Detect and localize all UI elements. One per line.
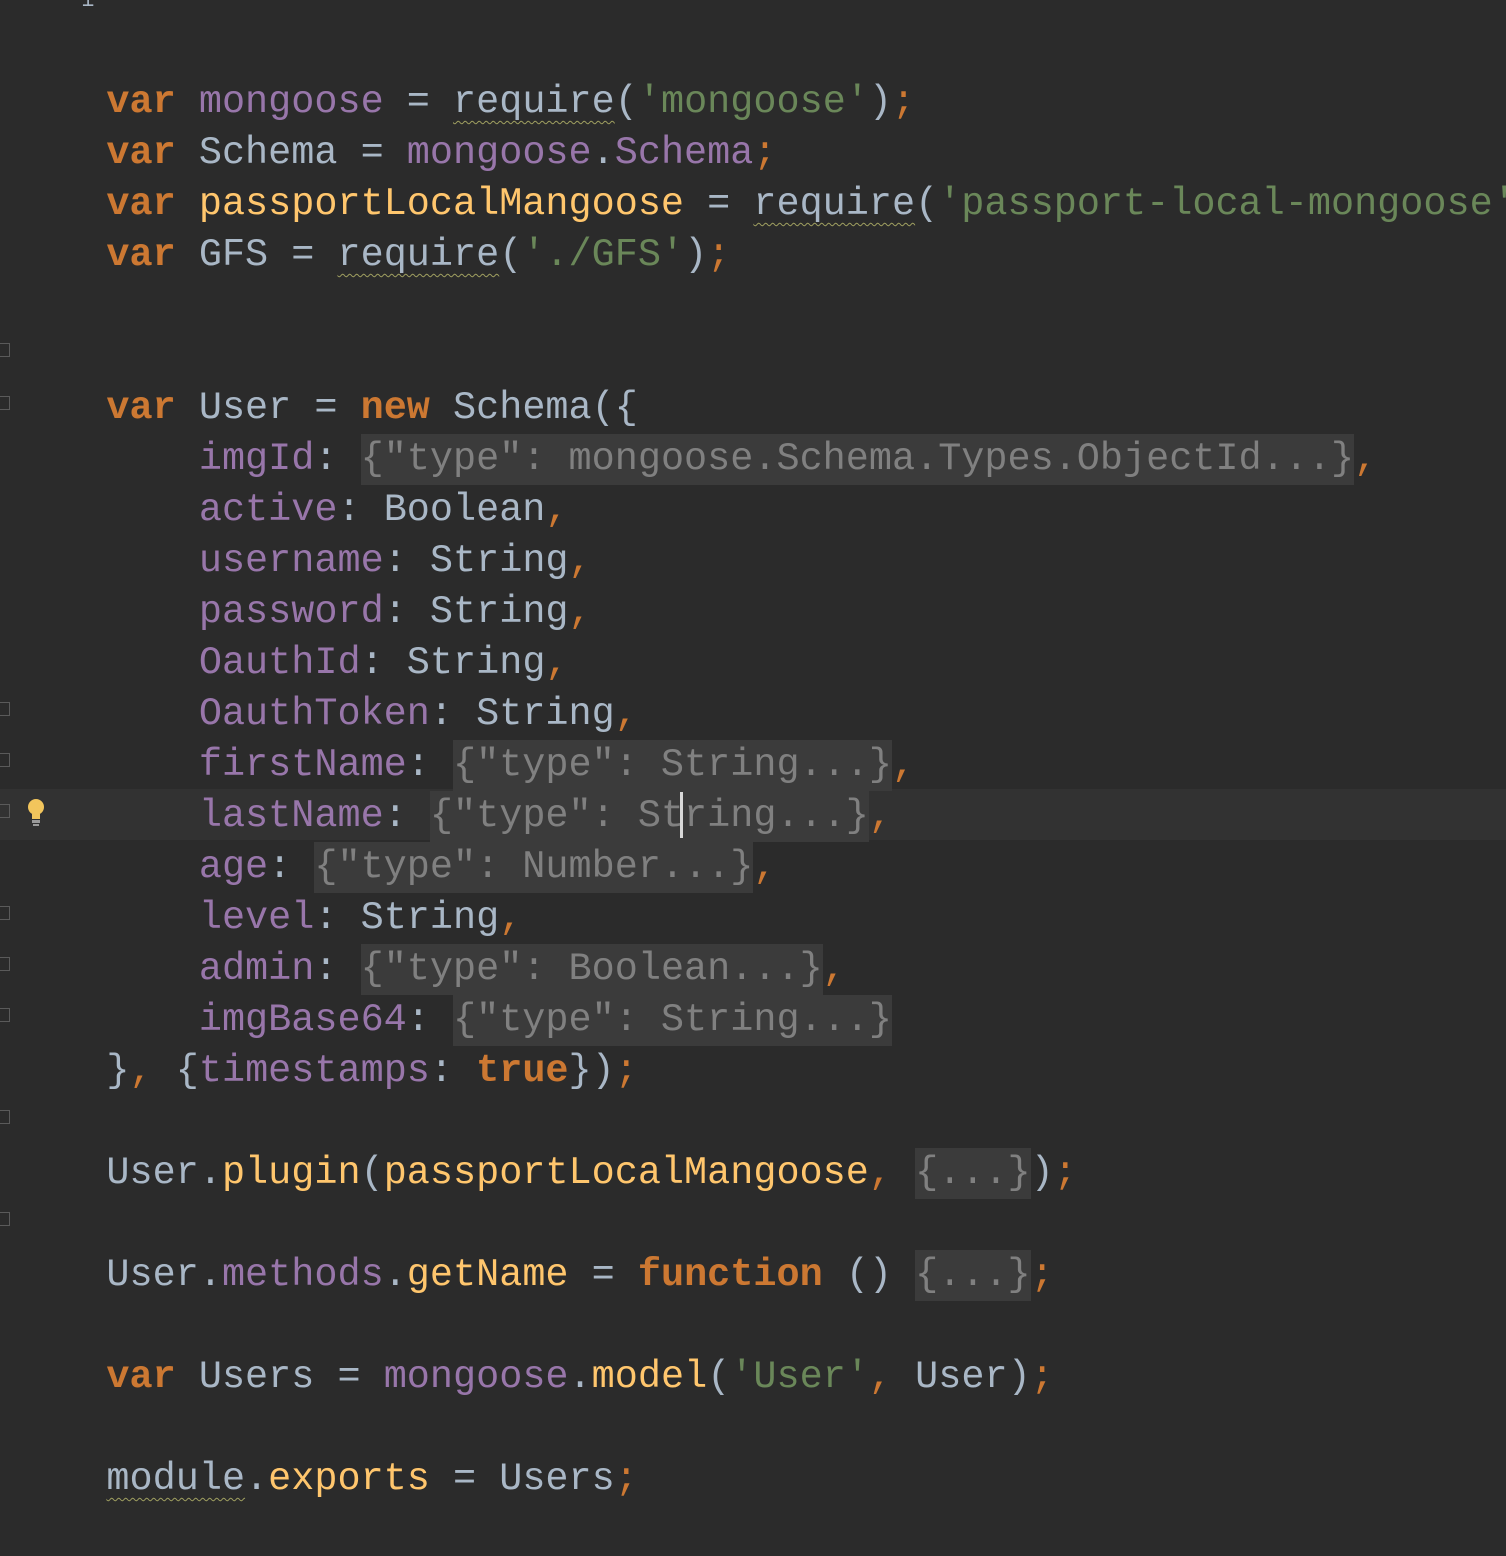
operator: = xyxy=(291,233,315,277)
object-ref: module xyxy=(106,1457,246,1501)
paren: ) xyxy=(1007,1355,1031,1399)
code-line[interactable]: }, {timestamps: true}); xyxy=(14,995,637,1093)
comma: , xyxy=(868,1151,892,1195)
folded-region[interactable]: {...} xyxy=(915,1250,1031,1301)
fold-marker-icon[interactable] xyxy=(0,1110,10,1124)
paren: ( xyxy=(915,182,939,226)
string-literal: 'User' xyxy=(730,1355,869,1399)
function-call: plugin xyxy=(221,1151,361,1195)
code-line[interactable]: var Users = mongoose.model('User', User)… xyxy=(14,1301,1053,1399)
fold-marker-icon[interactable] xyxy=(0,396,10,410)
operator: = xyxy=(453,1457,477,1501)
argument: passportLocalMangoose xyxy=(383,1151,869,1195)
folded-region[interactable]: {...} xyxy=(915,1148,1031,1199)
code-line[interactable]: var passportLocalMangoose = require('pas… xyxy=(14,128,1506,226)
fold-marker-icon[interactable] xyxy=(0,753,10,767)
function-call: model xyxy=(591,1355,708,1399)
function-call: require xyxy=(753,182,916,226)
property-key: timestamps xyxy=(198,1049,430,1093)
code-editor[interactable]: ⌶ var mongoose = require('mongoose'); va… xyxy=(0,0,1506,1509)
paren: () xyxy=(845,1253,893,1297)
dot: . xyxy=(198,1253,222,1297)
variable-name: GFS xyxy=(198,233,269,277)
code-line[interactable]: var GFS = require('./GFS'); xyxy=(14,179,730,277)
argument: Users xyxy=(499,1457,615,1501)
comma: , xyxy=(753,845,777,889)
semicolon: ; xyxy=(892,80,916,124)
dot: . xyxy=(383,1253,407,1297)
dot: . xyxy=(568,1355,592,1399)
paren: ( xyxy=(360,1151,384,1195)
object-ref: User xyxy=(106,1151,199,1195)
keyword: var xyxy=(106,1355,176,1399)
code-line[interactable]: OauthId: String, xyxy=(14,587,569,685)
fold-marker-icon[interactable] xyxy=(0,702,10,716)
code-line[interactable]: level: String, xyxy=(14,842,522,940)
code-line[interactable]: var mongoose = require('mongoose'); xyxy=(14,26,915,124)
keyword: true xyxy=(476,1049,569,1093)
colon: : xyxy=(429,1049,454,1093)
object-ref: mongoose xyxy=(383,1355,569,1399)
semicolon: ; xyxy=(1030,1355,1054,1399)
code-line[interactable]: imgId: {"type": mongoose.Schema.Types.Ob… xyxy=(14,383,1377,485)
paren: ) xyxy=(1030,1151,1054,1195)
paren: ( xyxy=(499,233,523,277)
keyword: var xyxy=(106,233,176,277)
comma: , xyxy=(129,1049,153,1093)
brace: { xyxy=(175,1049,199,1093)
semicolon: ; xyxy=(1030,1253,1054,1297)
comma: , xyxy=(568,590,592,634)
property-ref: exports xyxy=(268,1457,430,1501)
comma: , xyxy=(891,743,916,787)
code-line[interactable]: admin: {"type": Boolean...}, xyxy=(14,893,846,995)
semicolon: ; xyxy=(1053,1151,1077,1195)
fold-marker-icon[interactable] xyxy=(0,957,10,971)
paren: ) xyxy=(868,80,893,124)
semicolon: ; xyxy=(707,233,731,277)
code-line[interactable]: User.plugin(passportLocalMangoose, {...}… xyxy=(14,1097,1077,1199)
function-name: getName xyxy=(406,1253,569,1297)
keyword: function xyxy=(637,1253,823,1297)
paren: ( xyxy=(707,1355,731,1399)
argument: User xyxy=(915,1355,1008,1399)
dot: . xyxy=(245,1457,269,1501)
code-line[interactable]: User.methods.getName = function () {...}… xyxy=(14,1199,1054,1301)
operator: = xyxy=(337,1355,361,1399)
comma: , xyxy=(1354,437,1378,481)
fold-marker-icon[interactable] xyxy=(0,1008,10,1022)
brace: }) xyxy=(568,1049,615,1093)
code-line[interactable]: var Schema = mongoose.Schema; xyxy=(14,77,776,175)
code-line[interactable]: lastName: {"type": String...}, xyxy=(14,740,892,842)
code-line[interactable]: var User = new Schema({ xyxy=(14,332,637,430)
brace: } xyxy=(106,1049,130,1093)
code-line[interactable]: module.exports = Users; xyxy=(14,1403,637,1501)
dot: . xyxy=(198,1151,222,1195)
fold-marker-icon[interactable] xyxy=(0,1212,10,1226)
string-literal: './GFS' xyxy=(522,233,685,277)
fold-marker-icon[interactable] xyxy=(0,906,10,920)
object-ref: User xyxy=(106,1253,199,1297)
code-line[interactable]: password: String, xyxy=(14,536,592,634)
comma: , xyxy=(868,1355,893,1399)
text-cursor-icon: ⌶ xyxy=(82,0,95,13)
comma: , xyxy=(868,794,892,838)
semicolon: ; xyxy=(614,1049,638,1093)
code-line[interactable]: username: String, xyxy=(14,485,592,583)
function-call: require xyxy=(337,233,500,277)
variable-name: Users xyxy=(198,1355,315,1399)
fold-marker-icon[interactable] xyxy=(0,343,10,357)
paren: ) xyxy=(684,233,708,277)
code-line[interactable]: firstName: {"type": String...}, xyxy=(14,689,915,791)
property-ref: methods xyxy=(221,1253,384,1297)
text-caret xyxy=(680,792,683,838)
string-literal: 'passport-local-mongoose' xyxy=(938,182,1506,226)
code-line[interactable]: age: {"type": Number...}, xyxy=(14,791,776,893)
semicolon: ; xyxy=(614,1457,638,1501)
operator: = xyxy=(591,1253,615,1297)
code-line[interactable]: OauthToken: String, xyxy=(14,638,638,736)
code-line[interactable]: imgBase64: {"type": String...} xyxy=(14,944,892,1046)
fold-marker-icon[interactable] xyxy=(0,804,10,818)
code-line[interactable]: active: Boolean, xyxy=(14,434,569,532)
